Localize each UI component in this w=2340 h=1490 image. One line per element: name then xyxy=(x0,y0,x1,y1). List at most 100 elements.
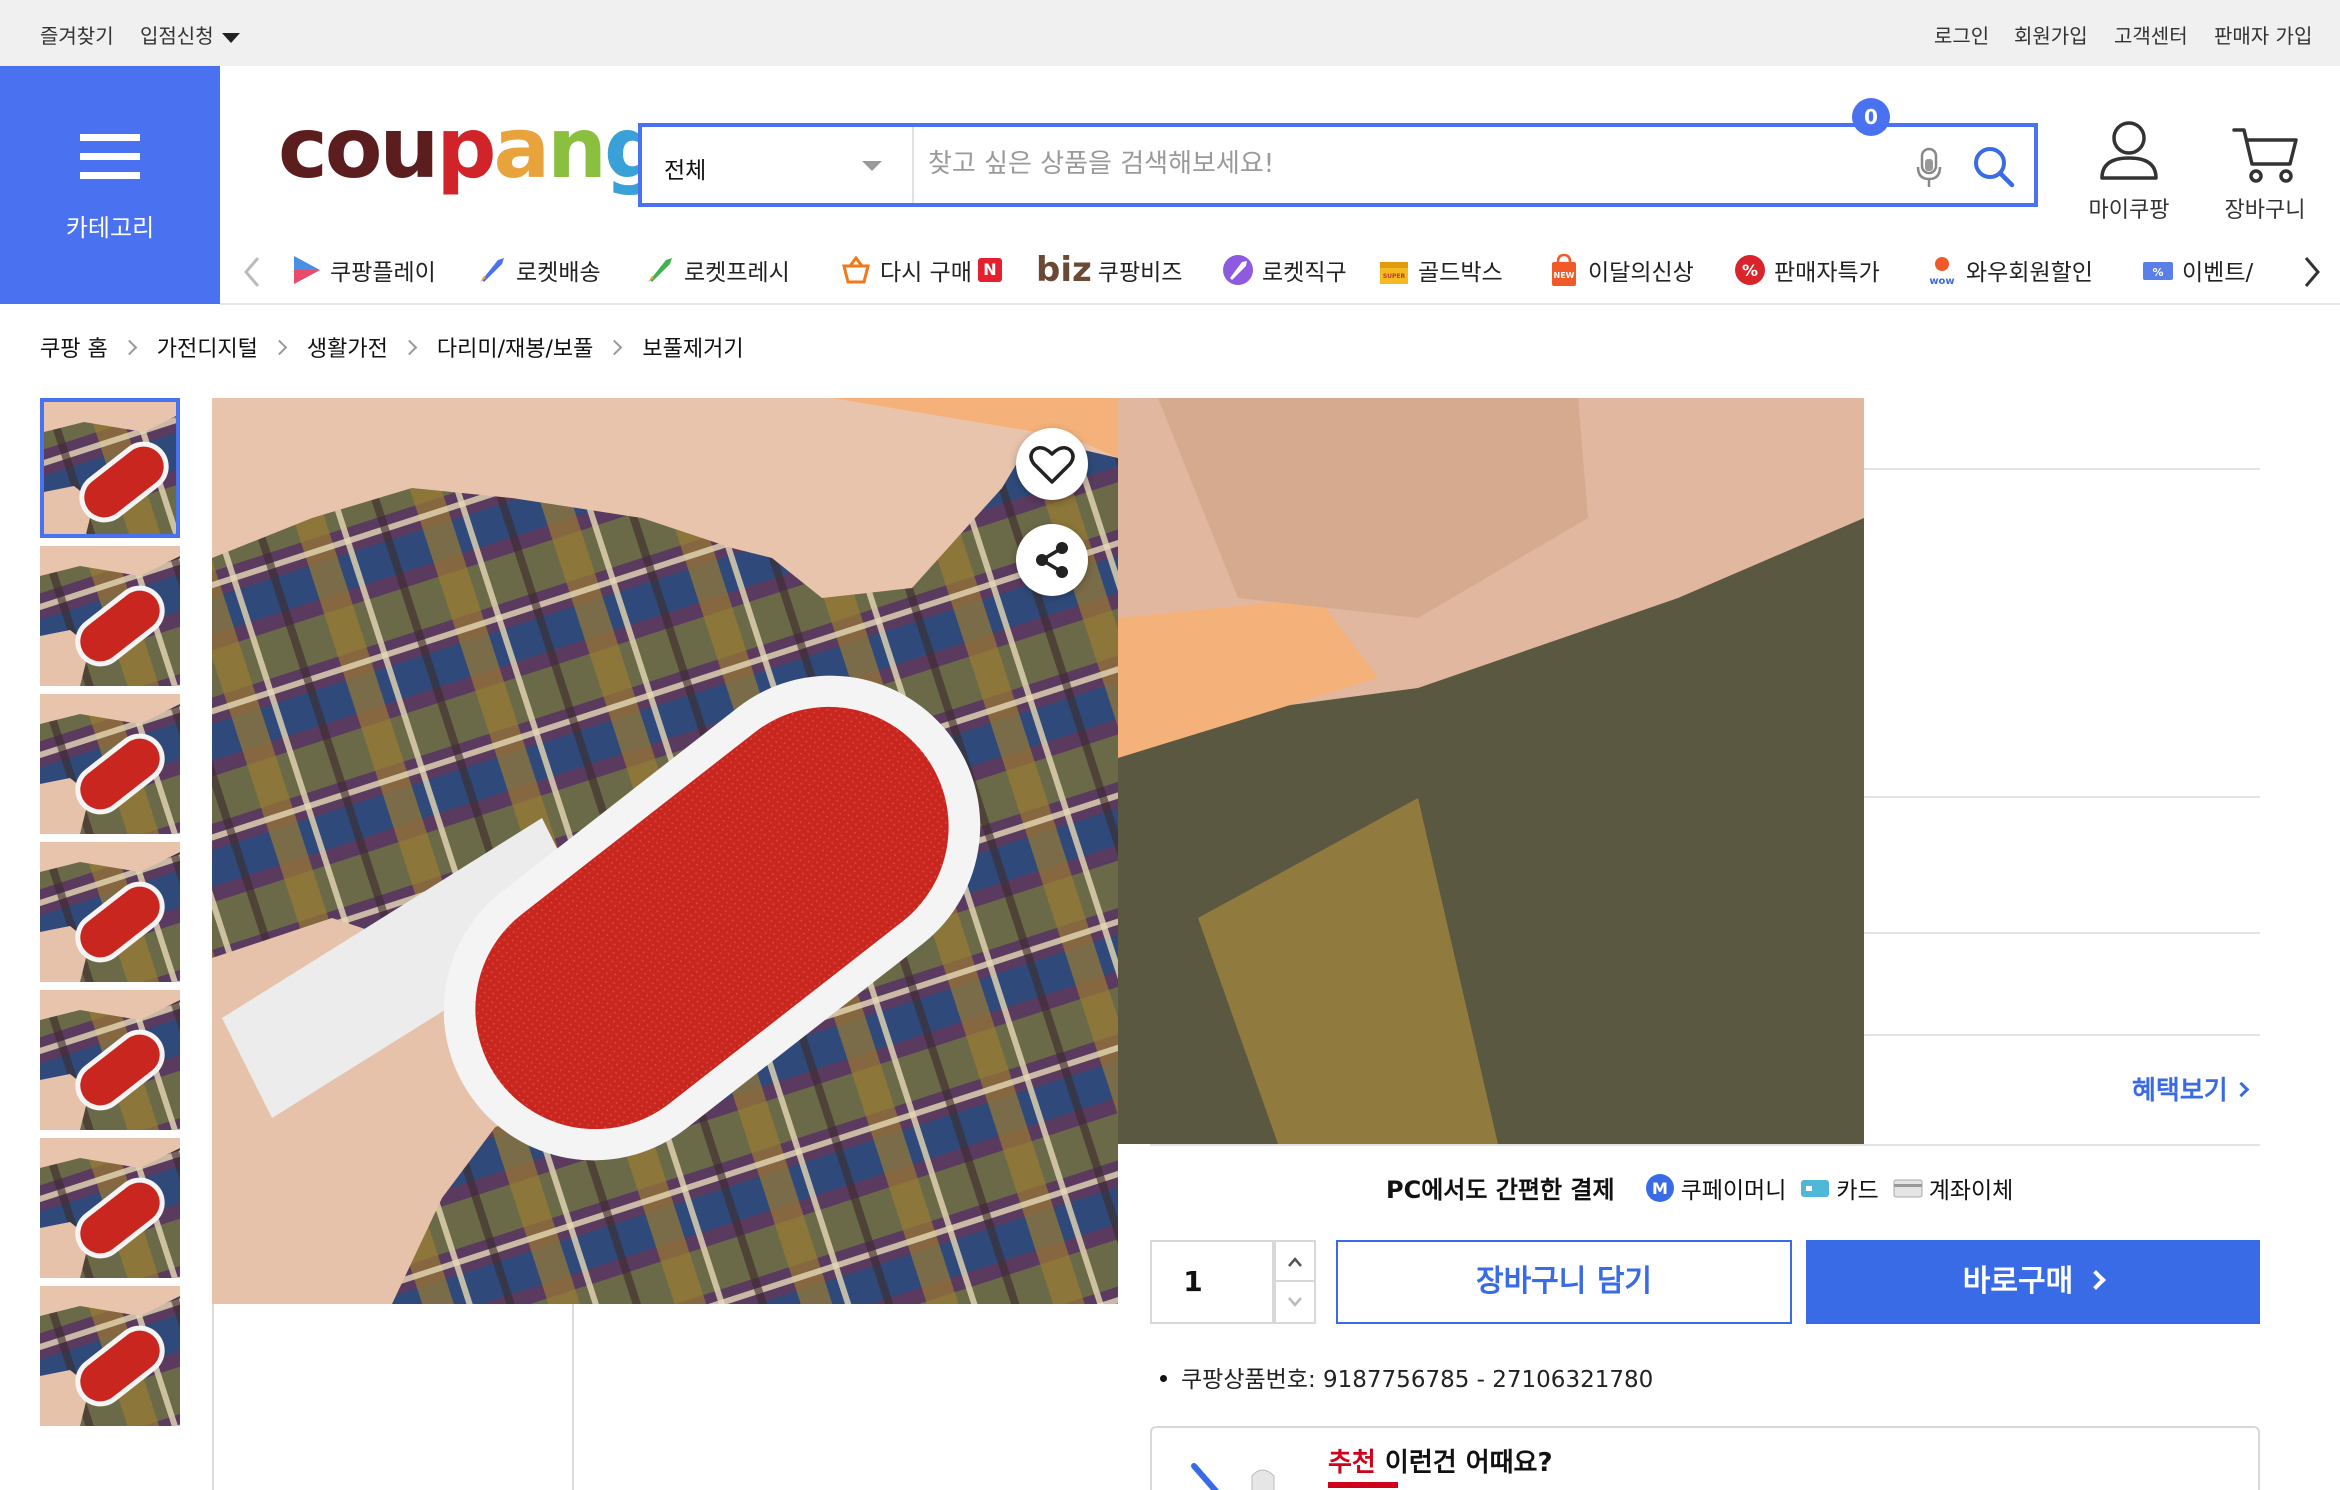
share-button[interactable] xyxy=(1016,524,1088,596)
cart-button[interactable]: 장바구니 xyxy=(2210,118,2320,223)
shortcut-nav: 쿠팡플레이 로켓배송 로켓프레시 다시 구매 N biz 쿠팡비즈 로켓직구 S… xyxy=(220,240,2340,304)
product-thumbnail[interactable] xyxy=(40,990,180,1130)
buy-now-label: 바로구매 xyxy=(1962,1264,2074,1299)
breadcrumb-item[interactable]: 생활가전 xyxy=(307,331,388,363)
rocket-fresh-icon xyxy=(648,258,672,282)
my-coupang-button[interactable]: 마이쿠팡 xyxy=(2074,118,2184,223)
shortcut-label: 골드박스 xyxy=(1418,260,1503,286)
user-icon xyxy=(2100,121,2158,180)
quantity-decrease-button[interactable] xyxy=(1276,1282,1314,1322)
benefit-label: 혜택보기 xyxy=(2132,1076,2228,1106)
new-bag-icon: NEW xyxy=(1552,253,1576,286)
shortcut-wow-discount[interactable]: wow 와우회원할인 xyxy=(1924,248,2093,292)
easy-payment-row: PC에서도 간편한 결제 M 쿠페이머니 카드 계좌이체 xyxy=(1386,1170,2013,1205)
coupang-logo[interactable]: coupang xyxy=(278,99,664,197)
thumbnail-photo xyxy=(44,402,176,534)
rocket-global-icon xyxy=(1223,255,1253,285)
shortcut-coupang-play[interactable]: 쿠팡플레이 xyxy=(288,248,436,292)
event-coupon-icon: % xyxy=(2143,262,2173,280)
svg-text:%: % xyxy=(2152,266,2163,279)
chevron-right-icon[interactable] xyxy=(2296,252,2326,292)
breadcrumb-item[interactable]: 쿠팡 홈 xyxy=(40,331,108,363)
svg-text:%: % xyxy=(1742,261,1758,280)
buy-now-button[interactable]: 바로구매 xyxy=(1806,1240,2260,1324)
shortcut-rocket-fresh[interactable]: 로켓프레시 xyxy=(642,248,790,292)
signup-link[interactable]: 회원가입 xyxy=(2014,20,2088,49)
divider xyxy=(1864,796,2260,798)
customer-center-link[interactable]: 고객센터 xyxy=(2114,20,2188,49)
divider xyxy=(1864,468,2260,470)
search-scope-value: 전체 xyxy=(664,158,707,184)
thumbnail-photo xyxy=(40,990,180,1130)
add-to-cart-button[interactable]: 장바구니 담기 xyxy=(1336,1240,1792,1324)
new-badge: N xyxy=(977,258,1002,282)
shortcut-new-arrivals[interactable]: NEW 이달의신상 xyxy=(1546,248,1694,292)
svg-text:M: M xyxy=(1652,1179,1668,1198)
breadcrumb: 쿠팡 홈 가전디지털 생활가전 다리미/재봉/보풀 보풀제거기 xyxy=(40,330,744,364)
logo-letter: n xyxy=(547,99,607,197)
divider xyxy=(1864,1034,2260,1036)
shortcut-event[interactable]: % 이벤트/ xyxy=(2140,248,2253,292)
product-main-image[interactable] xyxy=(212,398,1118,1304)
search-scope-select[interactable]: 전체 xyxy=(642,127,914,203)
shortcut-label: 쿠팡비즈 xyxy=(1097,260,1183,286)
shortcut-rocket-delivery[interactable]: 로켓배송 xyxy=(474,248,601,292)
chevron-right-icon xyxy=(2233,1081,2249,1098)
biz-icon: biz xyxy=(1036,250,1092,290)
seller-signup-link[interactable]: 판매자 가입 xyxy=(2214,20,2312,49)
cart-label: 장바구니 xyxy=(2224,198,2306,223)
shortcut-label: 판매자특가 xyxy=(1774,260,1880,286)
shortcut-coupang-biz[interactable]: biz 쿠팡비즈 xyxy=(1036,248,1182,292)
rocket-icon xyxy=(480,258,504,282)
category-menu-button[interactable]: 카테고리 xyxy=(0,66,220,304)
heart-icon xyxy=(1029,446,1075,484)
svg-text:wow: wow xyxy=(1929,276,1954,287)
recommendation-title-text: 이런건 어때요? xyxy=(1375,1448,1553,1478)
login-link[interactable]: 로그인 xyxy=(1934,20,1989,49)
chevron-right-icon xyxy=(607,339,623,355)
seller-apply-menu[interactable]: 입점신청 xyxy=(140,20,240,49)
chevron-right-icon xyxy=(401,339,418,355)
product-zoom-view xyxy=(1118,398,1864,1144)
shortcut-goldbox[interactable]: SUPER 골드박스 xyxy=(1376,248,1503,292)
breadcrumb-item[interactable]: 가전디지털 xyxy=(157,331,258,363)
divider xyxy=(1864,932,2260,934)
breadcrumb-item[interactable]: 보풀제거기 xyxy=(642,331,743,363)
cart-count-badge: 0 xyxy=(1852,98,1890,136)
quantity-value[interactable]: 1 xyxy=(1152,1242,1274,1322)
product-thumbnail[interactable] xyxy=(40,546,180,686)
product-thumbnail[interactable] xyxy=(40,1138,180,1278)
product-thumbnail[interactable] xyxy=(40,398,180,538)
chevron-left-icon[interactable] xyxy=(238,252,268,292)
product-thumbnail[interactable] xyxy=(40,694,180,834)
quantity-stepper: 1 xyxy=(1150,1240,1316,1324)
recommendation-box: 추천 이런건 어때요? xyxy=(1150,1426,2260,1490)
search-input[interactable] xyxy=(928,139,1888,189)
recommendation-underline xyxy=(1328,1482,1398,1488)
product-thumbnail[interactable] xyxy=(40,1286,180,1426)
product-number-text: 쿠팡상품번호: 9187756785 - 27106321780 xyxy=(1181,1367,1654,1393)
divider xyxy=(1150,1144,1864,1146)
divider xyxy=(212,1304,214,1490)
wishlist-button[interactable] xyxy=(1016,428,1088,500)
rebuy-basket-icon xyxy=(842,255,870,284)
chevron-down-icon xyxy=(1288,1297,1302,1307)
microphone-icon[interactable] xyxy=(1914,147,1944,189)
product-thumbnail[interactable] xyxy=(40,842,180,982)
benefit-link[interactable]: 혜택보기 xyxy=(2132,1070,2249,1107)
cart-icon xyxy=(2232,128,2298,183)
goldbox-icon: SUPER xyxy=(1380,262,1408,284)
recommended-product-thumbnail[interactable] xyxy=(1182,1448,1292,1490)
thumbnail-photo xyxy=(40,694,180,834)
bookmark-link[interactable]: 즐겨찾기 xyxy=(40,20,114,49)
shortcut-rocket-global[interactable]: 로켓직구 xyxy=(1220,248,1347,292)
quantity-increase-button[interactable] xyxy=(1276,1242,1314,1282)
logo-letter: a xyxy=(493,99,550,197)
shortcut-seller-deal[interactable]: % 판매자특가 xyxy=(1732,248,1880,292)
lint-remover-photo xyxy=(212,398,1118,1304)
search-icon[interactable] xyxy=(1972,145,2016,189)
breadcrumb-item[interactable]: 다리미/재봉/보풀 xyxy=(437,331,594,363)
shortcut-rebuy[interactable]: 다시 구매 N xyxy=(838,248,1002,292)
seller-apply-label: 입점신청 xyxy=(140,24,214,48)
logo-letter: c xyxy=(278,99,328,197)
